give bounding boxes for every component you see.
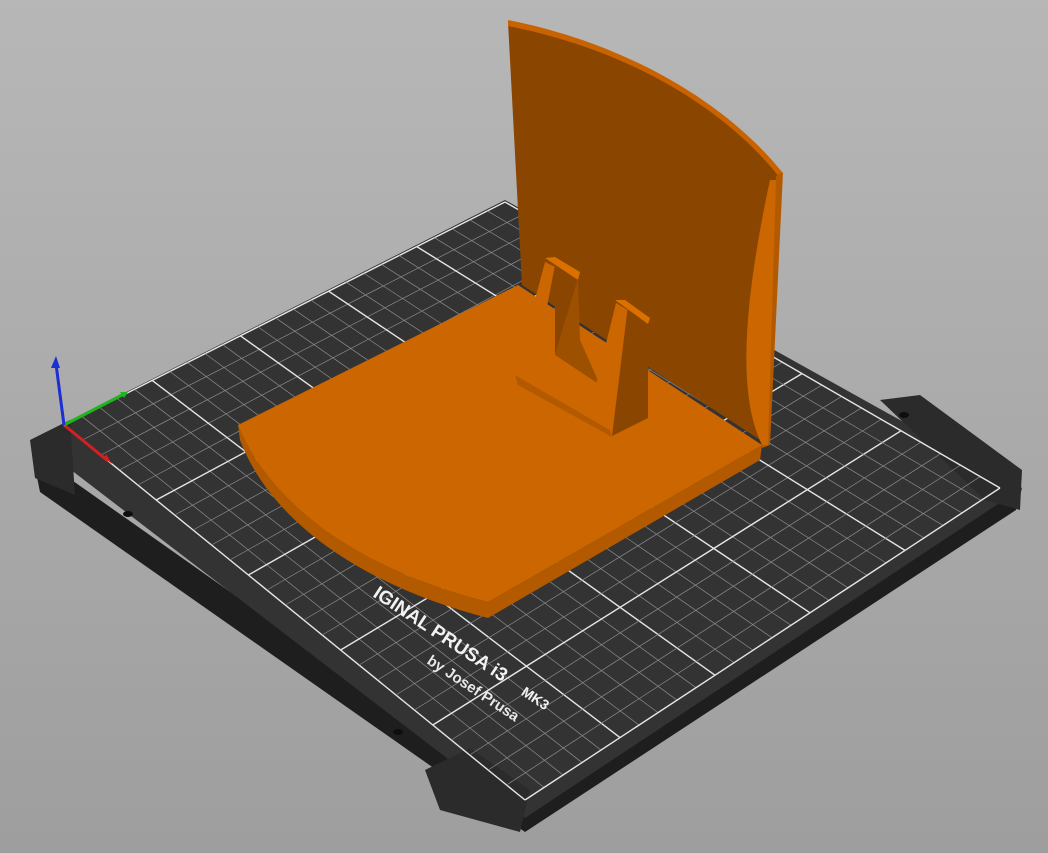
3d-viewport[interactable]: IGINAL PRUSA i3 MK3 by Josef Prusa [0, 0, 1048, 853]
bed-tab-left [30, 420, 75, 495]
z-axis-arrow-icon [54, 363, 66, 426]
bed-hole [123, 511, 133, 517]
bed-hole [899, 412, 909, 418]
z-axis-head [51, 356, 60, 368]
bed-hole [393, 729, 403, 735]
scene-canvas[interactable]: IGINAL PRUSA i3 MK3 by Josef Prusa [0, 0, 1048, 853]
